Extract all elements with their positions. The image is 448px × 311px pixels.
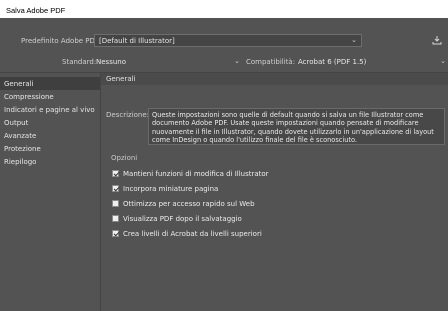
description-label: Descrizione: <box>106 111 150 119</box>
option-incorpora-miniature[interactable]: Incorpora miniature pagina <box>112 183 218 194</box>
sidebar-item-riepilogo[interactable]: Riepilogo <box>0 155 100 168</box>
checkbox[interactable] <box>112 215 119 222</box>
option-crea-livelli[interactable]: Crea livelli di Acrobat da livelli super… <box>112 228 262 239</box>
checkbox[interactable] <box>112 200 119 207</box>
options-title: Opzioni <box>111 154 138 162</box>
sidebar-item-avanzate[interactable]: Avanzate <box>0 129 100 142</box>
preset-label: Predefinito Adobe PDF: <box>21 37 101 45</box>
standard-value: Nessuno <box>96 58 126 66</box>
option-label: Incorpora miniature pagina <box>123 184 219 193</box>
sidebar-item-indicatori[interactable]: Indicatori e pagine al vivo <box>0 103 100 116</box>
option-mantieni-funzioni[interactable]: Mantieni funzioni di modifica di Illustr… <box>112 168 269 179</box>
standard-select[interactable]: Nessuno ⌄ <box>96 56 242 69</box>
sidebar-item-output[interactable]: Output <box>0 116 100 129</box>
option-label: Ottimizza per accesso rapido sul Web <box>123 199 255 208</box>
option-visualizza-pdf[interactable]: Visualizza PDF dopo il salvataggio <box>112 213 242 224</box>
preset-select[interactable]: [Default di Illustrator] ⌄ <box>94 34 362 47</box>
sidebar-item-protezione[interactable]: Protezione <box>0 142 100 155</box>
sidebar-item-compressione[interactable]: Compressione <box>0 90 100 103</box>
checkbox[interactable] <box>112 185 119 192</box>
chevron-down-icon: ⌄ <box>440 57 446 65</box>
compat-value: Acrobat 6 (PDF 1.5) <box>298 58 367 66</box>
save-preset-icon[interactable] <box>432 35 442 45</box>
preset-value: [Default di Illustrator] <box>99 37 175 45</box>
chevron-down-icon: ⌄ <box>351 36 357 44</box>
standard-label: Standard: <box>62 58 97 66</box>
main-panel: Generali Descrizione: Queste impostazion… <box>100 72 448 311</box>
option-label: Visualizza PDF dopo il salvataggio <box>123 214 242 223</box>
option-ottimizza-web[interactable]: Ottimizza per accesso rapido sul Web <box>112 198 255 209</box>
save-pdf-dialog: Predefinito Adobe PDF: [Default di Illus… <box>0 18 448 311</box>
window-title: Salva Adobe PDF <box>0 0 448 18</box>
sidebar: Generali Compressione Indicatori e pagin… <box>0 72 100 311</box>
description-text: Queste impostazioni sono quelle di defau… <box>148 108 445 145</box>
checkbox[interactable] <box>112 230 119 237</box>
chevron-down-icon: ⌄ <box>234 57 240 65</box>
compat-select[interactable]: Acrobat 6 (PDF 1.5) ⌄ <box>298 56 448 69</box>
section-title: Generali <box>101 73 448 85</box>
option-label: Mantieni funzioni di modifica di Illustr… <box>123 169 269 178</box>
option-label: Crea livelli di Acrobat da livelli super… <box>123 229 262 238</box>
checkbox[interactable] <box>112 170 119 177</box>
compat-label: Compatibilità: <box>246 58 296 66</box>
sidebar-item-generali[interactable]: Generali <box>0 77 100 90</box>
